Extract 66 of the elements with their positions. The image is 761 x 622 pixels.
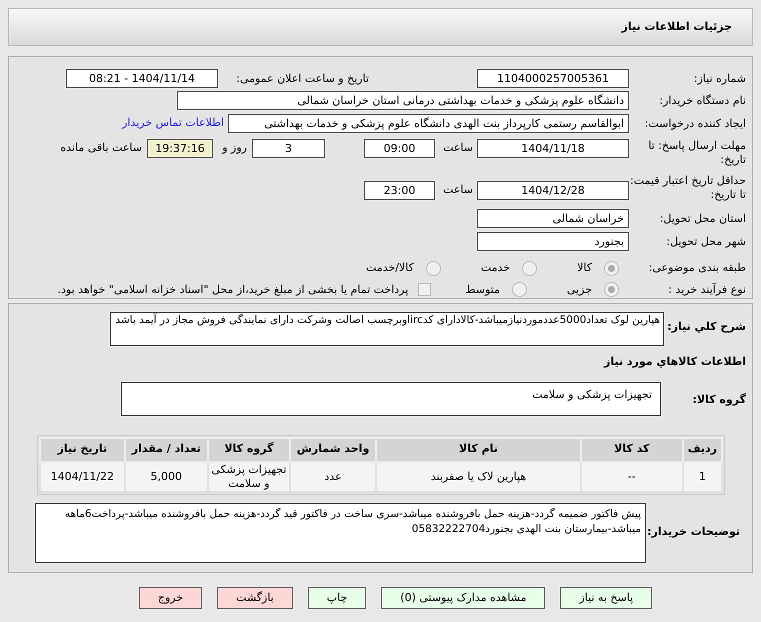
buyer-notes-textarea[interactable]: پیش فاکتور ضمیمه گردد-هزینه حمل بافروشنده میباشد-سری ساخت در فاکتور قید گردد-هزینه حمل بافروشنده میباشد-پرداخت6ماهه میباشد-بیمارستان بنت الهدی بجنورد05832222704 (35, 502, 646, 562)
table-cell: -- (580, 462, 683, 492)
description-textarea[interactable]: هپارین لوک تعداد5000عددموردنیازمیباشد-کالادارای کدircاوبرچسب اصالت وشرکت دارای نمایندگی فروش مجاز در آیمد باشد (110, 312, 664, 346)
field-label: شرح کلي نياز: (666, 320, 746, 334)
column-header: واحد شمارش (290, 438, 376, 462)
province-field: خراسان شمالی (477, 209, 629, 228)
field-label: شهر محل تحویل: (665, 234, 746, 248)
section-heading: اطلاعات کالاهاي مورد نياز (604, 355, 746, 368)
radio-button[interactable] (522, 260, 538, 276)
radio-button[interactable] (604, 282, 619, 298)
action-button[interactable]: مشاهده مدارک پیوستی (0) (381, 587, 546, 609)
deadline-time-field: 09:00 (364, 139, 435, 158)
field-label: ساعت (442, 183, 473, 197)
field-label: ساعت (442, 141, 473, 155)
column-header: نام کالا (376, 438, 581, 462)
table-cell: تجهیزات پزشکی و سلامت (208, 462, 290, 492)
radio-label: کالا/خدمت (366, 260, 414, 276)
field-label: تاریخ و ساعت اعلان عمومی: (235, 72, 369, 86)
validity-time-field: 23:00 (364, 181, 435, 200)
action-button[interactable]: چاپ (308, 587, 366, 609)
field-label: ایجاد کننده درخواست: (644, 116, 746, 130)
table-cell: 1 (682, 462, 722, 492)
validity-date-field: 1404/12/28 (477, 181, 629, 200)
radio-label: کالا (577, 260, 592, 276)
field-label: مهلت ارسال پاسخ: تا تاریخ: (647, 139, 746, 167)
radio-label: متوسط (465, 282, 500, 298)
city-field: بجنورد (477, 232, 629, 251)
column-header: ردیف (682, 438, 722, 462)
radio-label: خدمت (480, 260, 510, 276)
action-button[interactable]: بازگشت (217, 587, 293, 609)
field-label: حداقل تاریخ اعتبار قیمت: تا تاریخ: (629, 174, 746, 202)
column-header: گروه کالا (208, 438, 290, 462)
goods-group-textarea[interactable]: تجهیزات پزشکی و سلامت (121, 382, 661, 416)
radio-button[interactable] (426, 260, 441, 276)
need-number-field: 1104000257005361 (477, 69, 629, 88)
column-header: کد کالا (580, 438, 683, 462)
days-field: 3 (252, 139, 325, 158)
announce-date-field: 1404/11/14 - 08:21 (66, 69, 218, 88)
radio-button[interactable] (512, 282, 527, 298)
column-header: تاریخ نیاز (40, 438, 125, 462)
table-cell: 5,000 (124, 462, 208, 492)
field-label: طبقه بندی موضوعی: (648, 261, 746, 276)
field-label: ساعت باقی مانده (60, 141, 142, 155)
buyer-field: دانشگاه علوم پزشکی و خدمات بهداشتی درمانی استان خراسان شمالی (177, 91, 629, 110)
column-header: تعداد / مقدار (124, 438, 208, 462)
field-label: نوع فرآیند خرید : (667, 282, 746, 297)
checkbox[interactable] (418, 283, 432, 296)
deadline-date-field: 1404/11/18 (477, 139, 629, 158)
field-label: گروه کالا: (691, 392, 746, 406)
radio-label: جزیی (566, 282, 592, 298)
field-label: شماره نیاز: (692, 72, 746, 86)
action-button[interactable]: خروج (138, 587, 202, 609)
checkbox-label: پرداخت تمام یا بخشی از مبلغ خرید،از محل "اسناد خزانه اسلامی" خواهد بود. (58, 282, 408, 298)
page-title: جزئیات اطلاعات نیاز (622, 18, 732, 35)
remaining-time-field: 19:37:16 (147, 139, 213, 158)
requester-field: ابوالقاسم رستمی کارپرداز بنت الهدی دانشگاه علوم پزشکی و خدمات بهداشتی (228, 114, 629, 133)
field-label: نام دستگاه خریدار: (658, 94, 746, 108)
table-cell: 1404/11/22 (40, 462, 125, 492)
field-label: روز و (220, 141, 247, 155)
table-cell: هپارین لاک یا صفربند (376, 462, 581, 492)
field-label: توضیحات خریدار: (646, 524, 741, 538)
contact-link[interactable]: اطلاعات تماس خریدار (122, 115, 224, 132)
table-cell: عدد (290, 462, 376, 492)
field-label: استان محل تحویل: (658, 212, 746, 226)
radio-button[interactable] (604, 260, 619, 276)
action-button[interactable]: پاسخ به نیاز (560, 587, 652, 609)
